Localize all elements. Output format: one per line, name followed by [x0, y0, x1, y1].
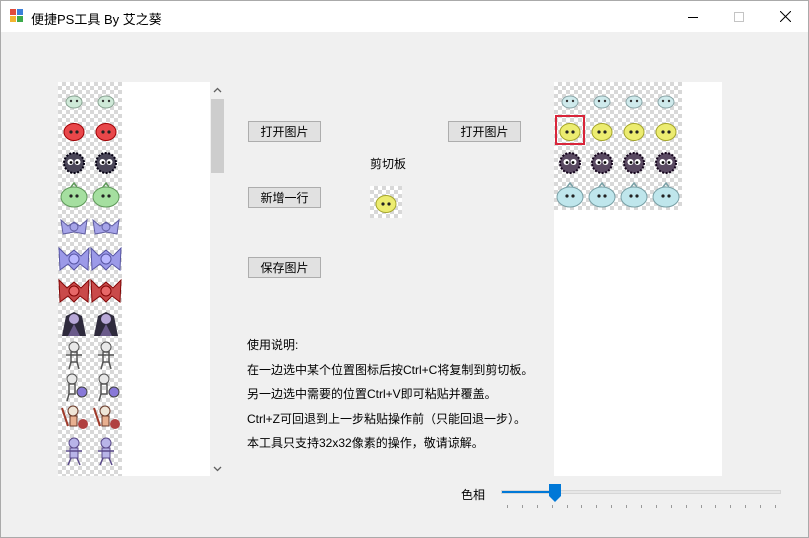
- sprite-cell[interactable]: [90, 466, 122, 476]
- sprite-cell[interactable]: [90, 178, 122, 210]
- app-window: 便捷PS工具 By 艾之葵 打开图片 新增一行 保存图片 打开图片 剪切板 使用…: [0, 0, 809, 538]
- sprite-cell[interactable]: [58, 178, 90, 210]
- sprite-cell[interactable]: [90, 82, 122, 114]
- selected-cell-highlight: [555, 115, 585, 145]
- instruction-line: 在一边选中某个位置图标后按Ctrl+C将复制到剪切板。: [247, 362, 534, 377]
- slider-tick: [581, 505, 583, 508]
- sprite-cell[interactable]: [618, 178, 650, 210]
- slider-tick: [745, 505, 747, 508]
- sprite-cell[interactable]: [90, 114, 122, 146]
- left-image-panel[interactable]: [58, 82, 210, 476]
- right-sprite-sheet[interactable]: [554, 82, 682, 210]
- instruction-line: Ctrl+Z可回退到上一步粘贴操作前（只能回退一步）。: [247, 411, 527, 426]
- sprite-cell[interactable]: [58, 210, 90, 242]
- minimize-button[interactable]: [670, 1, 716, 32]
- sprite-cell[interactable]: [90, 274, 122, 306]
- sprite-cell[interactable]: [58, 466, 90, 476]
- close-button[interactable]: [762, 1, 808, 32]
- sprite-cell[interactable]: [618, 114, 650, 146]
- sprite-cell[interactable]: [650, 114, 682, 146]
- left-sprite-sheet[interactable]: [58, 82, 122, 476]
- sprite-cell[interactable]: [650, 146, 682, 178]
- hue-slider-fill: [502, 491, 557, 493]
- sprite-cell[interactable]: [586, 146, 618, 178]
- sprite-cell[interactable]: [58, 402, 90, 434]
- hue-slider[interactable]: [501, 482, 781, 512]
- sprite-cell[interactable]: [90, 434, 122, 466]
- sprite-cell[interactable]: [58, 434, 90, 466]
- maximize-button[interactable]: [716, 1, 762, 32]
- sprite-cell[interactable]: [90, 338, 122, 370]
- sprite-cell[interactable]: [58, 82, 90, 114]
- clipboard-preview: [370, 186, 402, 218]
- hue-slider-thumb[interactable]: [549, 484, 562, 502]
- instructions: 使用说明: 在一边选中某个位置图标后按Ctrl+C将复制到剪切板。 另一边选中需…: [247, 337, 533, 460]
- slider-tick: [596, 505, 598, 508]
- slider-tick: [611, 505, 613, 508]
- sprite-cell[interactable]: [58, 338, 90, 370]
- slider-tick: [536, 505, 538, 508]
- slider-tick: [685, 505, 687, 508]
- maximize-icon: [734, 11, 744, 22]
- slider-tick: [521, 505, 523, 508]
- scroll-thumb[interactable]: [211, 99, 224, 173]
- sprite-cell[interactable]: [554, 178, 586, 210]
- sprite-cell[interactable]: [58, 274, 90, 306]
- instruction-line: 另一边选中需要的位置Ctrl+V即可粘贴并覆盖。: [247, 387, 497, 401]
- slider-tick: [551, 505, 553, 508]
- sprite-cell[interactable]: [58, 370, 90, 402]
- slider-tick: [655, 505, 657, 508]
- sprite-cell[interactable]: [90, 146, 122, 178]
- instruction-line: 本工具只支持32x32像素的操作，敬请谅解。: [247, 436, 484, 450]
- chevron-down-icon: [213, 466, 222, 471]
- app-icon: [10, 9, 24, 23]
- slider-tick: [715, 505, 717, 508]
- slider-tick: [760, 505, 762, 508]
- sprite-cell[interactable]: [58, 114, 90, 146]
- scroll-up-button[interactable]: [210, 82, 225, 97]
- sprite-cell[interactable]: [586, 178, 618, 210]
- add-row-button[interactable]: 新增一行: [248, 187, 321, 208]
- sprite-cell[interactable]: [554, 146, 586, 178]
- sprite-cell[interactable]: [58, 146, 90, 178]
- sprite-cell[interactable]: [618, 82, 650, 114]
- sprite-cell[interactable]: [586, 114, 618, 146]
- sprite-cell[interactable]: [90, 306, 122, 338]
- sprite-cell[interactable]: [650, 178, 682, 210]
- open-right-image-button[interactable]: 打开图片: [448, 121, 521, 142]
- slider-tick: [566, 505, 568, 508]
- sprite-cell[interactable]: [58, 306, 90, 338]
- title-bar[interactable]: 便捷PS工具 By 艾之葵: [1, 1, 808, 32]
- chevron-up-icon: [213, 87, 222, 92]
- sprite-cell[interactable]: [586, 82, 618, 114]
- sprite-cell[interactable]: [90, 242, 122, 274]
- hue-slider-track[interactable]: [501, 490, 781, 494]
- slider-tick: [641, 505, 642, 508]
- sprite-cell[interactable]: [90, 402, 122, 434]
- slider-tick: [700, 505, 702, 508]
- open-left-image-button[interactable]: 打开图片: [248, 121, 321, 142]
- clipboard-label: 剪切板: [370, 157, 407, 171]
- sprite-cell[interactable]: [554, 82, 586, 114]
- slider-tick: [730, 505, 732, 508]
- minimize-icon: [688, 16, 698, 18]
- slider-tick: [626, 505, 628, 508]
- save-image-button[interactable]: 保存图片: [248, 257, 321, 278]
- sprite-cell[interactable]: [90, 210, 122, 242]
- slider-tick: [775, 505, 776, 508]
- left-panel-scrollbar[interactable]: [210, 82, 225, 476]
- instructions-title: 使用说明:: [247, 338, 299, 352]
- hue-label: 色相: [461, 488, 486, 502]
- close-icon: [779, 11, 791, 22]
- scroll-down-button[interactable]: [210, 461, 225, 476]
- clipboard-sprite[interactable]: [370, 186, 402, 218]
- slider-tick: [670, 505, 672, 508]
- sprite-cell[interactable]: [650, 82, 682, 114]
- window-title: 便捷PS工具 By 艾之葵: [31, 12, 162, 27]
- sprite-cell[interactable]: [90, 370, 122, 402]
- sprite-cell[interactable]: [58, 242, 90, 274]
- slider-tick: [507, 505, 508, 508]
- sprite-cell[interactable]: [618, 146, 650, 178]
